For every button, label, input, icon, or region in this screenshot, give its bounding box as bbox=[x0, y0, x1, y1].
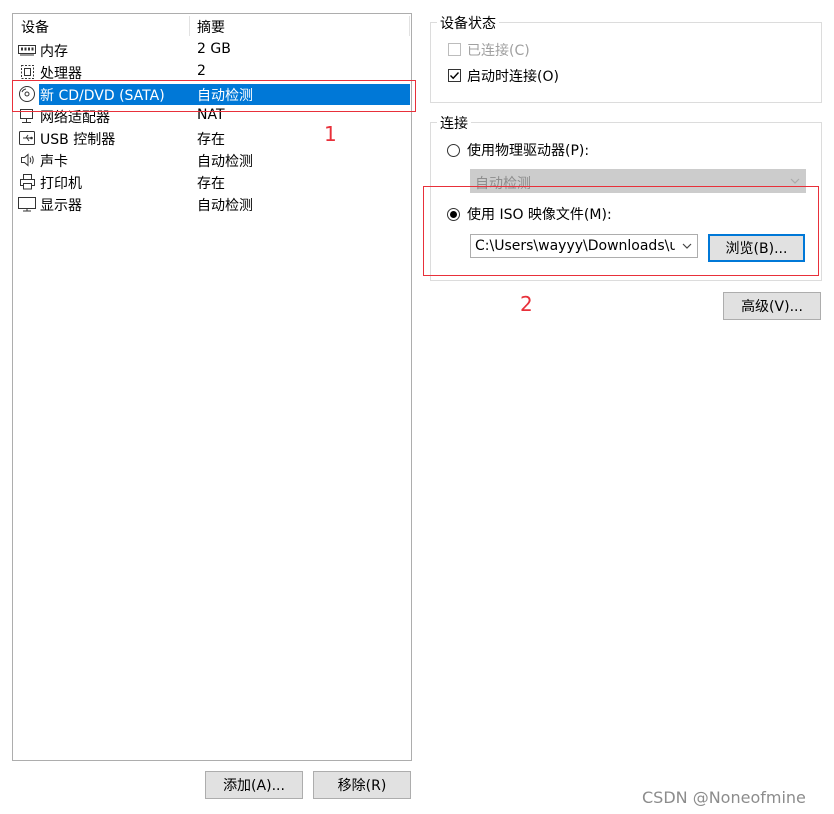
memory-icon bbox=[17, 41, 37, 59]
watermark: CSDN @Noneofmine bbox=[642, 788, 806, 807]
device-status-group bbox=[430, 22, 822, 103]
cpu-icon bbox=[17, 63, 37, 81]
printer-icon bbox=[17, 173, 37, 191]
connected-checkbox[interactable] bbox=[448, 43, 461, 56]
device-row-printer[interactable]: 打印机 存在 bbox=[13, 171, 411, 193]
physical-drive-radio[interactable] bbox=[447, 144, 460, 157]
connect-at-power-on-label: 启动时连接(O) bbox=[467, 69, 559, 85]
monitor-icon bbox=[17, 195, 37, 213]
device-status-title: 设备状态 bbox=[437, 13, 499, 33]
device-row-display[interactable]: 显示器 自动检测 bbox=[13, 193, 411, 215]
advanced-button[interactable]: 高级(V)... bbox=[723, 292, 821, 320]
column-divider bbox=[409, 16, 410, 36]
device-row-usb-controller[interactable]: USB 控制器 存在 bbox=[13, 127, 411, 149]
device-name: 内存 bbox=[40, 44, 68, 60]
device-name: 显示器 bbox=[40, 198, 82, 214]
connected-label: 已连接(C) bbox=[467, 43, 530, 59]
device-summary: 自动检测 bbox=[197, 198, 253, 214]
remove-button[interactable]: 移除(R) bbox=[313, 771, 411, 799]
annotation-marker-2: 2 bbox=[520, 292, 533, 316]
add-button[interactable]: 添加(A)... bbox=[205, 771, 303, 799]
usb-icon bbox=[17, 129, 37, 147]
connection-title: 连接 bbox=[437, 113, 471, 133]
annotation-marker-1: 1 bbox=[324, 122, 337, 146]
device-row-memory[interactable]: 内存 2 GB bbox=[13, 39, 411, 61]
device-row-sound-card[interactable]: 声卡 自动检测 bbox=[13, 149, 411, 171]
connect-at-power-on-checkbox[interactable] bbox=[448, 69, 461, 82]
device-name: 声卡 bbox=[40, 154, 68, 170]
annotation-box-2 bbox=[423, 186, 819, 276]
device-summary: 2 GB bbox=[197, 41, 231, 57]
column-header-device[interactable]: 设备 bbox=[21, 17, 49, 37]
device-name: 打印机 bbox=[40, 176, 82, 192]
device-list-header: 设备 摘要 bbox=[13, 14, 411, 36]
annotation-box-1 bbox=[12, 80, 416, 112]
physical-drive-label: 使用物理驱动器(P): bbox=[467, 143, 590, 159]
device-summary: 存在 bbox=[197, 176, 225, 192]
device-name: USB 控制器 bbox=[40, 132, 116, 148]
device-summary: 存在 bbox=[197, 132, 225, 148]
column-header-summary[interactable]: 摘要 bbox=[197, 17, 225, 37]
checkmark-icon bbox=[450, 72, 460, 80]
device-list[interactable]: 设备 摘要 内存 2 GB 处理器 2 新 CD/DVD (SATA) 自动检测… bbox=[12, 13, 412, 761]
speaker-icon bbox=[17, 151, 37, 169]
device-summary: 自动检测 bbox=[197, 154, 253, 170]
column-divider bbox=[189, 16, 190, 36]
device-summary: 2 bbox=[197, 63, 206, 79]
